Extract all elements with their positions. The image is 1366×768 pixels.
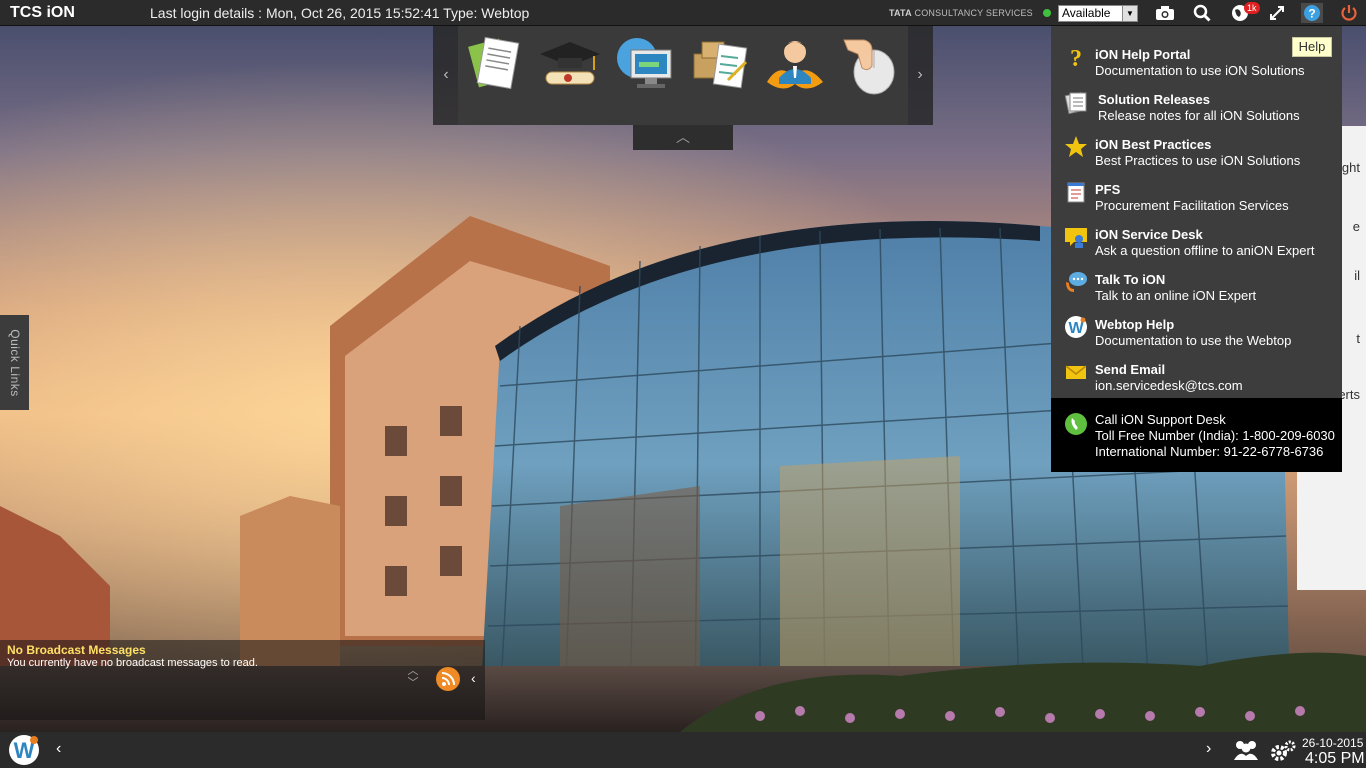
help-item-title: iON Best Practices	[1095, 137, 1212, 152]
quick-links-label: Quick Links	[7, 328, 22, 397]
documents-app-icon[interactable]	[463, 32, 527, 96]
carousel-prev-arrow[interactable]: ‹	[436, 66, 456, 84]
brand-logo: TCS iON	[10, 3, 75, 21]
help-item-title: Solution Releases	[1098, 92, 1210, 107]
help-item-desc: Ask a question offline to aniON Expert	[1095, 243, 1315, 258]
help-item-webtop-help[interactable]: W Webtop Help Documentation to use the W…	[1051, 304, 1342, 349]
broadcast-scroll-arrows[interactable]: ︿ ﹀	[405, 665, 421, 689]
help-item-service-desk[interactable]: iON Service Desk Ask a question offline …	[1051, 214, 1342, 259]
help-item-best-practices[interactable]: iON Best Practices Best Practices to use…	[1051, 124, 1342, 169]
release-notes-icon	[1064, 90, 1088, 115]
help-item-desc: Documentation to use the Webtop	[1095, 333, 1292, 348]
support-desk-box: Call iON Support Desk Toll Free Number (…	[1051, 398, 1342, 472]
svg-text:?: ?	[1308, 7, 1315, 21]
quick-links-tab[interactable]: Quick Links	[0, 315, 29, 410]
right-panel-fragment: il	[1354, 268, 1360, 283]
help-item-solution-releases[interactable]: Solution Releases Release notes for all …	[1051, 79, 1342, 124]
support-title: Call iON Support Desk	[1095, 412, 1226, 427]
email-icon	[1064, 360, 1088, 384]
help-item-title: Webtop Help	[1095, 317, 1175, 332]
webtop-start-icon[interactable]: W	[8, 734, 40, 766]
phone-icon	[1064, 412, 1088, 436]
users-app-icon[interactable]	[763, 32, 827, 96]
help-item-title: iON Help Portal	[1095, 47, 1191, 62]
taskbar-next-arrow[interactable]: ›	[1206, 740, 1211, 758]
education-app-icon[interactable]	[538, 32, 602, 96]
status-value: Available	[1062, 6, 1111, 20]
broadcast-panel: No Broadcast Messages You currently have…	[0, 640, 485, 720]
question-icon: ?	[1064, 45, 1088, 72]
help-item-desc: Release notes for all iON Solutions	[1098, 108, 1300, 123]
monitor-app-icon[interactable]	[613, 32, 677, 96]
inventory-app-icon[interactable]	[688, 32, 752, 96]
help-item-title: Send Email	[1095, 362, 1166, 377]
search-icon[interactable]	[1191, 3, 1213, 23]
bottom-taskbar: W ‹ › 26-10-2015 4:05 PM	[0, 732, 1366, 768]
carousel-next-arrow[interactable]: ›	[910, 66, 930, 84]
svg-text:?: ?	[1070, 46, 1082, 69]
notepad-icon	[1064, 180, 1088, 204]
settings-gear-icon[interactable]	[1270, 739, 1296, 763]
help-item-send-email[interactable]: Send Email ion.servicedesk@tcs.com	[1051, 349, 1342, 394]
power-icon[interactable]	[1338, 3, 1360, 23]
right-panel-fragment: e	[1352, 219, 1360, 234]
help-dropdown-menu: ? iON Help Portal Documentation to use i…	[1051, 26, 1342, 472]
camera-icon[interactable]	[1154, 3, 1176, 23]
broadcast-collapse-arrow[interactable]: ‹	[471, 670, 476, 686]
support-international: International Number: 91-22-6778-6736	[1095, 444, 1324, 459]
status-indicator	[1043, 9, 1051, 17]
help-icon[interactable]: ?	[1301, 3, 1323, 23]
chat-icon	[1064, 270, 1088, 294]
clock-time: 4:05 PM	[1305, 750, 1365, 767]
help-item-desc: Talk to an online iON Expert	[1095, 288, 1257, 303]
help-item-desc: Best Practices to use iON Solutions	[1095, 153, 1301, 168]
service-desk-icon	[1064, 225, 1088, 249]
company-name: TATA CONSULTANCY SERVICES	[889, 8, 1033, 18]
help-item-pfs[interactable]: PFS Procurement Facilitation Services	[1051, 169, 1342, 214]
help-item-title: iON Service Desk	[1095, 227, 1203, 242]
right-panel-fragment: t	[1356, 331, 1360, 346]
notification-count-badge: 1k	[1244, 2, 1260, 14]
star-icon	[1064, 135, 1088, 159]
carousel-collapse-toggle[interactable]: ︿	[633, 125, 733, 150]
svg-text:W: W	[1068, 320, 1084, 337]
broadcast-title: No Broadcast Messages	[7, 643, 146, 657]
help-item-title: PFS	[1095, 182, 1121, 197]
help-item-talk-to-ion[interactable]: Talk To iON Talk to an online iON Expert	[1051, 259, 1342, 304]
fullscreen-icon[interactable]	[1266, 3, 1288, 23]
last-login-info: Last login details : Mon, Oct 26, 2015 1…	[150, 4, 530, 21]
clock-date: 26-10-2015	[1302, 736, 1364, 750]
support-toll-free: Toll Free Number (India): 1-800-209-6030	[1095, 428, 1335, 443]
webtop-icon: W	[1064, 315, 1088, 339]
help-item-desc: Procurement Facilitation Services	[1095, 198, 1289, 213]
help-item-desc: ion.servicedesk@tcs.com	[1095, 378, 1243, 393]
chevron-down-icon[interactable]: ▼	[1122, 6, 1137, 21]
app-launcher-carousel: ‹ ›	[433, 26, 933, 125]
users-group-icon[interactable]	[1232, 738, 1260, 762]
taskbar-prev-arrow[interactable]: ‹	[56, 740, 61, 758]
help-item-desc: Documentation to use iON Solutions	[1095, 63, 1305, 78]
status-dropdown[interactable]: Available ▼	[1058, 5, 1138, 22]
help-item-title: Talk To iON	[1095, 272, 1166, 287]
help-tooltip: Help	[1292, 37, 1332, 57]
rss-icon[interactable]	[436, 667, 460, 691]
right-panel-fragment: ght	[1341, 160, 1360, 175]
carousel-track	[458, 26, 908, 125]
broadcast-text: You currently have no broadcast messages…	[7, 657, 258, 669]
pointer-app-icon[interactable]	[838, 32, 902, 96]
